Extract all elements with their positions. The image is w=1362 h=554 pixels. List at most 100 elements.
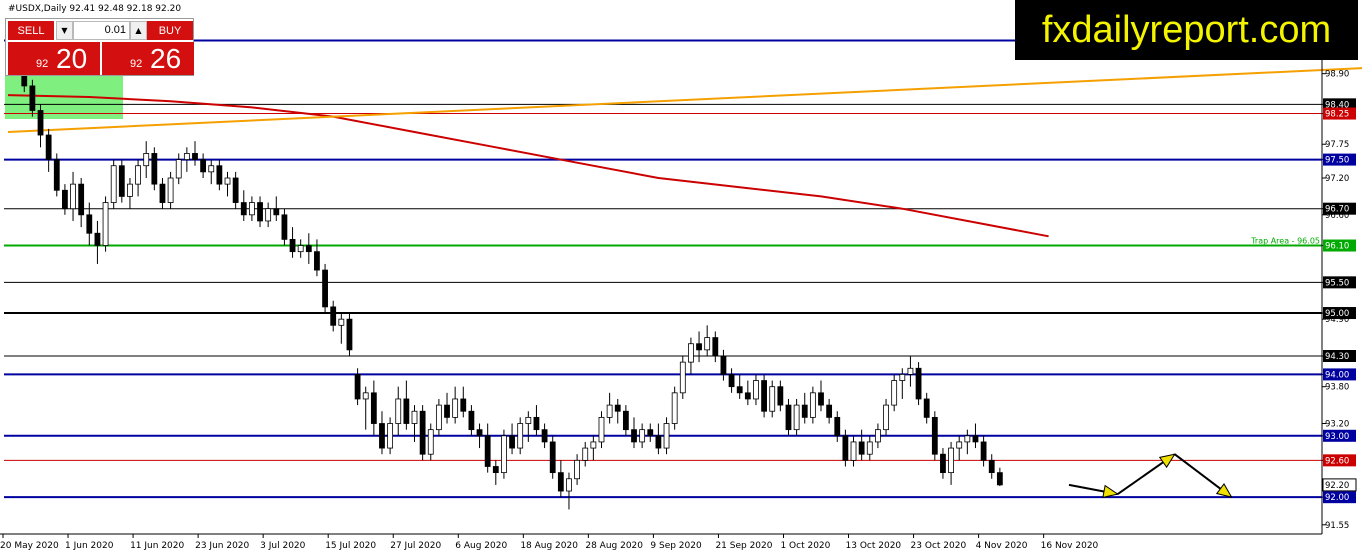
candle-body <box>476 429 483 437</box>
price-chart[interactable]: Trap Area - 96.05 98.9098.4098.2597.7597… <box>0 0 1362 554</box>
candle-body <box>403 398 410 424</box>
candle-body <box>875 429 881 443</box>
candle-body <box>557 472 564 492</box>
candle-body <box>143 153 150 167</box>
candle-body <box>305 245 312 253</box>
candle-body <box>167 177 174 203</box>
x-tick-label: 18 Aug 2020 <box>520 541 578 551</box>
candle-body <box>777 386 784 406</box>
y-tick-label: 97.75 <box>1325 140 1349 150</box>
candle-body <box>419 410 426 455</box>
candle-body <box>940 453 946 474</box>
candle-body <box>427 429 434 455</box>
candle-body <box>183 153 190 160</box>
candle-body <box>931 416 938 455</box>
candle-body <box>517 423 524 449</box>
candle-body <box>135 165 141 185</box>
candle-body <box>728 374 735 388</box>
candle-body <box>53 159 60 191</box>
candle-body <box>907 367 914 375</box>
candle-body <box>248 202 255 216</box>
candle-body <box>566 478 572 492</box>
candle-body <box>159 183 166 203</box>
candle-body <box>834 416 841 437</box>
candle-body <box>818 392 824 406</box>
candle-body <box>972 435 979 443</box>
candle-body <box>598 416 605 443</box>
x-tick-label: 1 Jun 2020 <box>65 541 114 551</box>
candle-body <box>411 410 418 424</box>
candle-body <box>370 392 377 424</box>
candle-body <box>346 318 353 351</box>
x-tick-label: 15 Jul 2020 <box>325 541 376 551</box>
lot-size-input[interactable]: 0.01 <box>73 21 130 40</box>
x-tick-label: 13 Oct 2020 <box>846 541 902 551</box>
level-price-label: 94.00 <box>1325 370 1349 380</box>
candle-body <box>501 435 507 474</box>
level-price-label: 92.60 <box>1325 456 1349 466</box>
x-tick-label: 23 Oct 2020 <box>911 541 967 551</box>
candle-body <box>964 435 971 443</box>
candle-body <box>525 416 532 424</box>
lot-decrease-button[interactable]: ▼ <box>56 21 73 40</box>
candle-body <box>663 423 670 449</box>
x-tick-label: 1 Oct 2020 <box>780 541 830 551</box>
candle-body <box>720 355 727 375</box>
candle-body <box>322 269 328 308</box>
candle-body <box>216 165 223 185</box>
candle-body <box>78 183 85 216</box>
candle-body <box>452 398 459 418</box>
candle-body <box>980 441 987 461</box>
x-tick-label: 9 Sep 2020 <box>650 541 702 551</box>
sell-button[interactable]: SELL <box>8 21 54 40</box>
candle-body <box>574 459 580 480</box>
brand-banner: fxdailyreport.com <box>1015 0 1358 60</box>
x-tick-label: 21 Sep 2020 <box>715 541 772 551</box>
candle-body <box>118 165 125 197</box>
candle-body <box>281 214 288 240</box>
candle-body <box>395 398 402 424</box>
lot-increase-button[interactable]: ▲ <box>130 21 147 40</box>
candle-body <box>62 189 68 210</box>
candle-body <box>338 318 345 326</box>
x-tick-label: 27 Jul 2020 <box>390 541 441 551</box>
candle-body <box>102 202 109 246</box>
candle-body <box>704 337 711 351</box>
candle-body <box>891 380 898 406</box>
x-tick-label: 6 Aug 2020 <box>455 541 507 551</box>
candle-body <box>232 177 239 203</box>
candle-body <box>45 134 52 160</box>
x-tick-label: 4 Nov 2020 <box>976 541 1028 551</box>
candle-body <box>200 159 207 173</box>
candle-body <box>696 343 702 351</box>
candle-body <box>387 423 394 449</box>
candle-body <box>127 183 133 197</box>
candle-body <box>753 380 759 400</box>
candle-body <box>631 429 637 443</box>
x-tick-label: 23 Jun 2020 <box>195 541 249 551</box>
candle-body <box>679 361 686 394</box>
buy-button[interactable]: BUY <box>147 21 193 40</box>
candle-body <box>297 245 304 253</box>
candle-body <box>858 441 865 455</box>
candle-body <box>915 367 922 400</box>
level-price-label: 94.30 <box>1325 352 1349 362</box>
candle-body <box>192 153 198 160</box>
candle-body <box>842 435 849 461</box>
sell-price-main: 20 <box>56 43 88 74</box>
candle-body <box>826 404 833 418</box>
x-tick-label: 11 Jun 2020 <box>130 541 184 551</box>
sell-price-prefix: 92 <box>36 58 49 70</box>
candle-body <box>289 238 296 253</box>
one-click-trading-panel: SELL ▼ 0.01 ▲ BUY 92 20 92 26 <box>5 18 194 76</box>
candle-body <box>444 404 450 418</box>
buy-price-box[interactable]: 92 26 <box>102 42 194 75</box>
candle-body <box>435 404 442 431</box>
level-price-label: 98.25 <box>1325 110 1349 120</box>
level-price-label: 96.70 <box>1325 205 1349 215</box>
candle-body <box>712 337 719 357</box>
x-tick-label: 16 Nov 2020 <box>1041 541 1099 551</box>
symbol-info: #USDX,Daily 92.41 92.48 92.18 92.20 <box>8 4 182 14</box>
sell-price-box[interactable]: 92 20 <box>8 42 100 75</box>
candle-body <box>541 429 548 443</box>
